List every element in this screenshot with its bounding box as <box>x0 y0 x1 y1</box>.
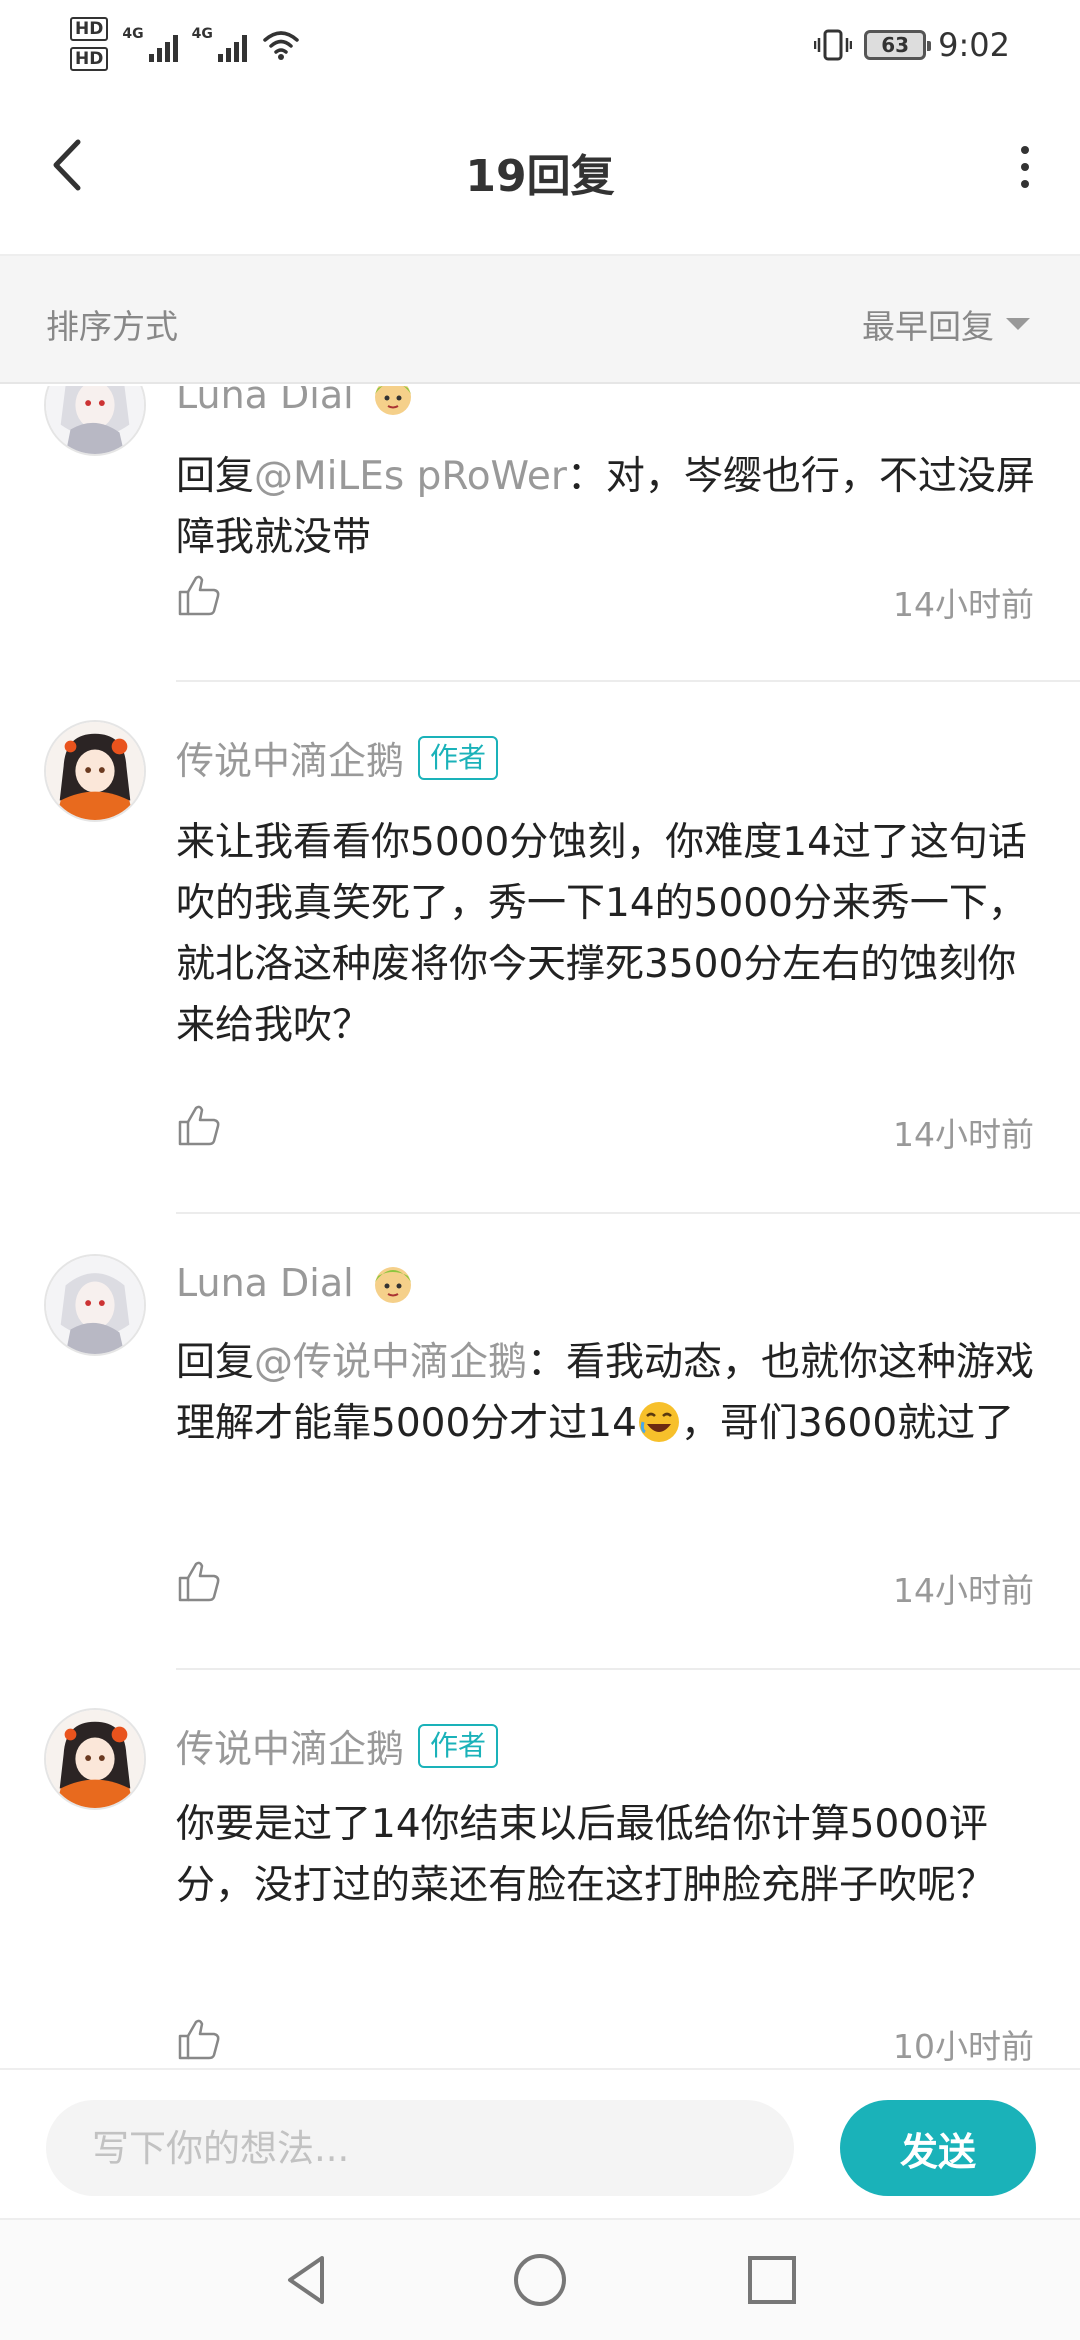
comment-item: 传说中滴企鹅 作者 来让我看看你5000分蚀刻，你难度14过了这句话吹的我真笑死… <box>0 682 1080 1214</box>
comment-item: Luna Dial 回复@传说中滴企鹅：看我动态，也就你这种游戏理解才能靠500… <box>0 1214 1080 1670</box>
comment-body: 你要是过了14你结束以后最低给你计算5000评分，没打过的菜还有脸在这打肿脸充胖… <box>176 1802 996 1908</box>
comment-author-row: Luna Dial <box>176 386 418 420</box>
status-right: 63 9:02 <box>814 20 1010 70</box>
author-name[interactable]: 传说中滴企鹅 <box>176 730 404 785</box>
sort-bar: 排序方式 最早回复 <box>0 256 1080 384</box>
comment-body: 来让我看看你5000分蚀刻，你难度14过了这句话吹的我真笑死了，秀一下14的50… <box>176 820 1027 1048</box>
laughing-emoji-icon <box>638 1402 679 1442</box>
avatar[interactable] <box>44 720 146 822</box>
green-hair-emoji-icon <box>374 1267 411 1303</box>
signal-icon-2: 4G <box>192 26 247 62</box>
send-button[interactable]: 发送 <box>840 2100 1036 2196</box>
status-left: HD HD 4G 4G <box>70 14 301 74</box>
author-badge: 作者 <box>418 735 499 780</box>
author-name[interactable]: 传说中滴企鹅 <box>176 1718 404 1773</box>
thumbs-up-icon[interactable] <box>176 572 222 618</box>
reply-prefix: 回复 <box>176 1340 255 1385</box>
mention-link[interactable]: @MiLEs pRoWer <box>254 454 567 499</box>
nav-recents-icon[interactable] <box>740 2248 804 2312</box>
chevron-down-icon <box>1006 318 1030 330</box>
hd-badge-1: HD <box>70 17 109 41</box>
comment-body: 回复@传说中滴企鹅：看我动态，也就你这种游戏理解才能靠5000分才过14 ，哥们3… <box>176 1332 1046 1454</box>
more-options-icon[interactable] <box>1010 142 1040 192</box>
page-title: 19回复 <box>465 151 615 202</box>
system-nav-bar <box>0 2218 1080 2340</box>
author-name[interactable]: Luna Dial <box>176 1261 354 1305</box>
green-hair-emoji-icon <box>374 386 411 415</box>
comment-time: 14小时前 <box>893 1115 1034 1154</box>
mention-link[interactable]: @传说中滴企鹅 <box>254 1340 527 1385</box>
comment-author-row: 传说中滴企鹅 作者 <box>176 730 499 785</box>
vibrate-icon <box>814 29 853 61</box>
wifi-icon <box>263 31 299 60</box>
thumbs-up-icon[interactable] <box>176 1102 222 1148</box>
comment-time: 10小时前 <box>893 2027 1034 2066</box>
thumbs-up-icon[interactable] <box>176 2016 222 2062</box>
hd-badge-2: HD <box>70 47 109 71</box>
thumbs-up-icon[interactable] <box>176 1558 222 1604</box>
network-type-2: 4G <box>191 26 213 42</box>
network-type-1: 4G <box>122 26 144 42</box>
nav-back-icon[interactable] <box>276 2248 340 2312</box>
comment-time: 14小时前 <box>893 585 1034 624</box>
comment-author-row: Luna Dial <box>176 1258 418 1308</box>
comment-time: 14小时前 <box>893 1571 1034 1610</box>
sort-selected-value: 最早回复 <box>862 307 994 346</box>
status-bar: HD HD 4G 4G 63 9:02 <box>0 0 1080 90</box>
avatar[interactable] <box>44 1708 146 1810</box>
battery-icon: 63 <box>864 30 932 60</box>
author-badge: 作者 <box>418 1723 499 1768</box>
avatar[interactable] <box>44 1254 146 1356</box>
comment-input-bar: 发送 <box>0 2068 1080 2218</box>
comment-text-tail: ，哥们3600就过了 <box>680 1401 1015 1446</box>
sort-dropdown[interactable]: 最早回复 <box>862 300 1030 348</box>
signal-icon-1: 4G <box>122 26 178 62</box>
avatar[interactable] <box>44 386 146 456</box>
hd-indicators: HD HD <box>70 17 109 71</box>
comment-list: Luna Dial 回复@MiLEs pRoWer：对，岑缨也行，不过没屏障我就… <box>0 386 1080 2068</box>
comment-input[interactable] <box>46 2100 794 2196</box>
top-app-bar: 19回复 <box>0 90 1080 256</box>
sort-label: 排序方式 <box>46 307 178 346</box>
reply-prefix: 回复 <box>176 454 255 499</box>
comment-author-row: 传说中滴企鹅 作者 <box>176 1718 499 1773</box>
author-name[interactable]: Luna Dial <box>176 386 354 417</box>
comment-body: 回复@MiLEs pRoWer：对，岑缨也行，不过没屏障我就没带 <box>176 446 1046 568</box>
comment-item: 传说中滴企鹅 作者 你要是过了14你结束以后最低给你计算5000评分，没打过的菜… <box>0 1670 1080 2068</box>
nav-home-icon[interactable] <box>508 2248 572 2312</box>
clock: 9:02 <box>938 26 1010 64</box>
